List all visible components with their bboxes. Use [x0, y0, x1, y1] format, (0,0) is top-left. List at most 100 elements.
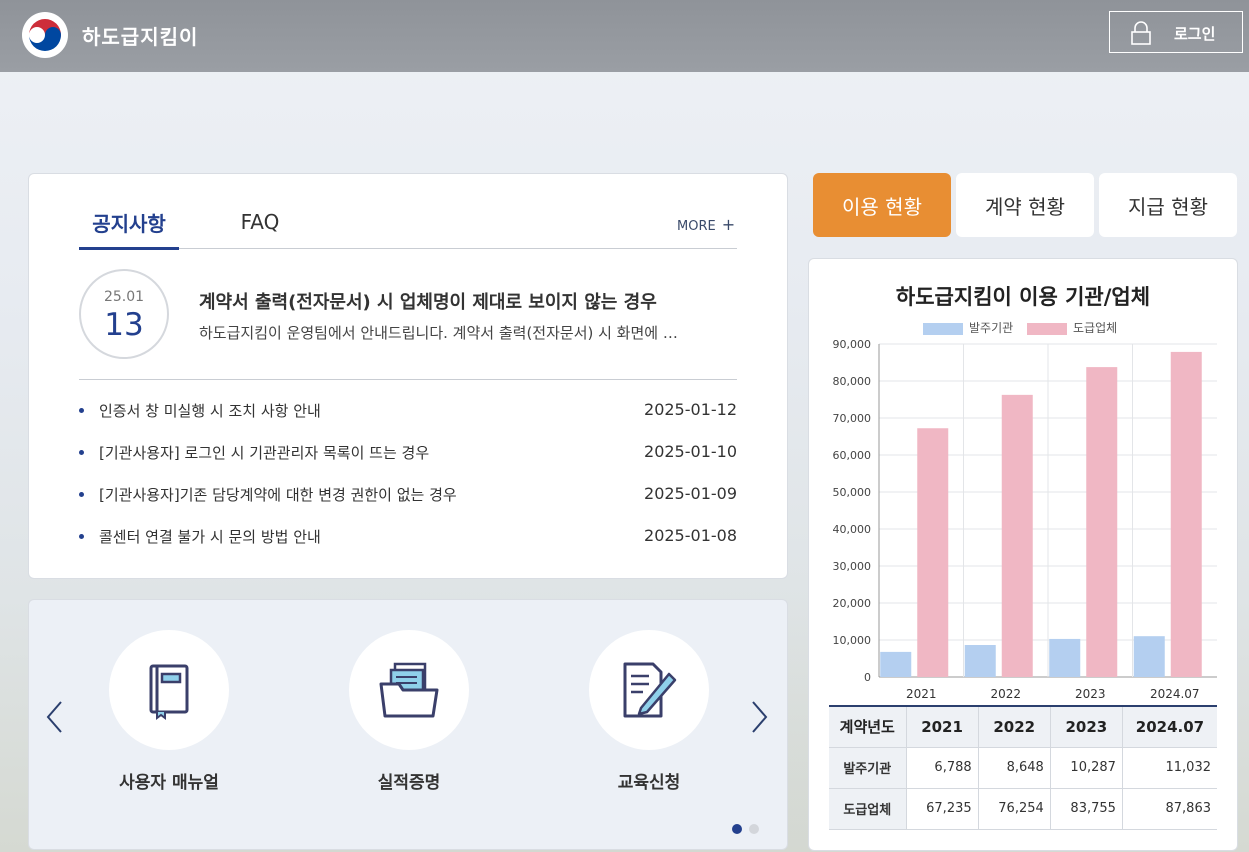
table-cell: 76,254 [977, 788, 1051, 830]
table-cell: 67,235 [905, 788, 979, 830]
featured-date-day: 13 [104, 307, 144, 343]
notice-panel: 공지사항 FAQ MORE + 25.01 13 계약서 출력(전자문서) 시 업… [28, 173, 788, 579]
featured-notice-title[interactable]: 계약서 출력(전자문서) 시 업체명이 제대로 보이지 않는 경우 [199, 288, 657, 314]
plus-icon: + [721, 215, 736, 234]
quick-item-circle [349, 630, 469, 750]
y-tick-label: 0 [864, 671, 871, 684]
legend-label: 도급업체 [1073, 321, 1118, 335]
tab-payment-status[interactable]: 지급 현황 [1099, 173, 1237, 237]
active-tab-indicator [79, 247, 179, 250]
notice-date: 2025-01-09 [644, 484, 737, 503]
table-row: 발주기관 6,788 8,648 10,287 11,032 [829, 747, 1217, 789]
y-tick-label: 70,000 [833, 412, 872, 425]
list-item[interactable]: [기관사용자]기존 담당계약에 대한 변경 권한이 없는 경우 2025-01-0… [79, 484, 737, 526]
list-item[interactable]: 인증서 창 미실행 시 조치 사항 안내 2025-01-12 [79, 400, 737, 442]
table-header-year: 2023 [1049, 706, 1123, 748]
y-tick-label: 20,000 [833, 597, 872, 610]
chevron-left-icon[interactable] [45, 700, 65, 734]
featured-notice-desc[interactable]: 하도급지킴이 운영팀에서 안내드립니다. 계약서 출력(전자문서) 시 화면에 … [199, 322, 699, 343]
notice-list: 인증서 창 미실행 시 조치 사항 안내 2025-01-12 [기관사용자] 로… [79, 400, 737, 568]
divider [79, 379, 737, 380]
bar-contractor [1001, 394, 1033, 677]
table-cell: 11,032 [1121, 747, 1217, 789]
legend-swatch [923, 322, 963, 335]
quick-item-manual[interactable]: 사용자 매뉴얼 [89, 630, 249, 793]
list-item[interactable]: [기관사용자] 로그인 시 기관관리자 목록이 뜨는 경우 2025-01-10 [79, 442, 737, 484]
pagination-dot-active[interactable] [732, 824, 742, 834]
notice-date: 2025-01-08 [644, 526, 737, 545]
document-pen-icon [623, 662, 677, 718]
tab-contract-status[interactable]: 계약 현황 [956, 173, 1094, 237]
bar-contractor [917, 428, 949, 677]
y-tick-label: 60,000 [833, 449, 872, 462]
table-cell: 10,287 [1049, 747, 1123, 789]
pagination-dot[interactable] [749, 824, 759, 834]
quick-menu-carousel: 사용자 매뉴얼 실적증명 교육신청 [28, 599, 788, 850]
site-title[interactable]: 하도급지킴이 [82, 21, 198, 50]
bar-client [1049, 638, 1081, 677]
more-label: MORE [677, 219, 716, 234]
lock-icon [1131, 21, 1151, 45]
notice-title[interactable]: 인증서 창 미실행 시 조치 사항 안내 [99, 400, 321, 421]
featured-date-badge: 25.01 13 [79, 269, 169, 359]
stats-table: 계약년도 2021 2022 2023 2024.07 발주기관 6,788 8… [829, 705, 1217, 830]
chevron-right-icon[interactable] [749, 700, 769, 734]
top-header: 하도급지킴이 로그인 [0, 0, 1249, 72]
tab-notice[interactable]: 공지사항 [79, 208, 179, 237]
y-tick-label: 50,000 [833, 486, 872, 499]
usage-chart-panel: 하도급지킴이 이용 기관/업체 발주기관 도급업체 0 10,000 20,000 3… [808, 258, 1238, 851]
table-row-label: 도급업체 [829, 788, 906, 830]
table-row: 도급업체 67,235 76,254 83,755 87,863 [829, 788, 1217, 830]
table-cell: 87,863 [1121, 788, 1217, 830]
tab-usage-status[interactable]: 이용 현황 [813, 173, 951, 237]
quick-item-circle [109, 630, 229, 750]
quick-item-performance[interactable]: 실적증명 [329, 630, 489, 793]
chart-title: 하도급지킴이 이용 기관/업체 [895, 285, 1151, 309]
bar-client [880, 651, 912, 677]
x-tick-label: 2024.07 [1150, 687, 1200, 701]
carousel-pagination [732, 819, 766, 838]
y-tick-label: 90,000 [833, 338, 872, 351]
tab-faq[interactable]: FAQ [215, 210, 305, 234]
list-item[interactable]: 콜센터 연결 불가 시 문의 방법 안내 2025-01-08 [79, 526, 737, 568]
x-tick-label: 2022 [990, 687, 1021, 701]
notice-title[interactable]: 콜센터 연결 불가 시 문의 방법 안내 [99, 526, 321, 547]
legend-item: 발주기관 [923, 321, 1013, 335]
y-tick-label: 10,000 [833, 634, 872, 647]
quick-item-label: 실적증명 [377, 773, 441, 793]
bar-contractor [1086, 367, 1118, 677]
bar-client [964, 645, 996, 677]
table-cell: 83,755 [1049, 788, 1123, 830]
bar-chart: 0 10,000 20,000 30,000 40,000 50,000 60,000 70,… [833, 338, 1217, 701]
bullet-icon [79, 408, 84, 413]
government-logo-icon[interactable] [22, 12, 68, 58]
notice-title[interactable]: [기관사용자]기존 담당계약에 대한 변경 권한이 없는 경우 [99, 484, 457, 505]
legend-label: 발주기관 [969, 321, 1014, 335]
login-label: 로그인 [1174, 25, 1216, 43]
y-tick-label: 80,000 [833, 375, 872, 388]
login-button[interactable]: 로그인 [1109, 11, 1243, 53]
table-row-label: 발주기관 [829, 747, 906, 789]
x-tick-label: 2023 [1075, 687, 1106, 701]
bullet-icon [79, 534, 84, 539]
table-header-label: 계약년도 [829, 706, 906, 748]
quick-item-education[interactable]: 교육신청 [569, 630, 729, 793]
y-tick-label: 30,000 [833, 560, 872, 573]
table-cell: 6,788 [905, 747, 979, 789]
bar-client [1133, 636, 1165, 677]
bullet-icon [79, 492, 84, 497]
quick-item-label: 사용자 매뉴얼 [119, 773, 219, 793]
table-header-year: 2021 [905, 706, 979, 748]
quick-item-circle [589, 630, 709, 750]
notice-date: 2025-01-10 [644, 442, 737, 461]
featured-date-month: 25.01 [103, 289, 145, 305]
table-header-year: 2022 [977, 706, 1051, 748]
table-header-year: 2024.07 [1121, 706, 1217, 748]
bar-contractor [1170, 351, 1202, 677]
legend-swatch [1027, 322, 1067, 335]
more-link[interactable]: MORE + [677, 215, 735, 234]
table-cell: 8,648 [977, 747, 1051, 789]
manual-book-icon [149, 664, 189, 720]
y-tick-label: 40,000 [833, 523, 872, 536]
notice-title[interactable]: [기관사용자] 로그인 시 기관관리자 목록이 뜨는 경우 [99, 442, 429, 463]
